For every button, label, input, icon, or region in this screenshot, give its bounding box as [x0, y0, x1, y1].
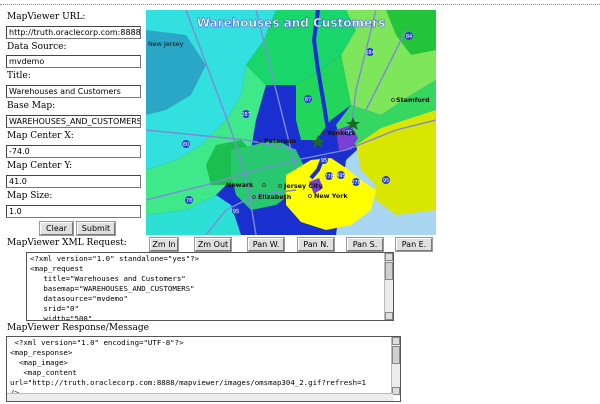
basemap-label: Base Map: — [7, 101, 56, 111]
url-input[interactable]: http://truth.oraclecorp.com:8888/mapv — [6, 26, 141, 39]
pan-east-button[interactable]: Pan E. — [396, 238, 432, 251]
label-jersey-city: Jersey City — [283, 182, 323, 190]
scroll-up-arrow-icon[interactable] — [385, 253, 393, 261]
response-label: MapViewer Response/Message — [7, 323, 149, 333]
label-elizabeth: Elizabeth — [258, 193, 292, 201]
scroll-thumb[interactable] — [385, 262, 393, 280]
label-yonkers: Yonkers — [326, 129, 356, 137]
center-x-input[interactable]: -74.0 — [6, 145, 141, 158]
datasource-input[interactable]: mvdemo — [6, 55, 141, 68]
svg-text:684: 684 — [365, 50, 375, 56]
request-label: MapViewer XML Request: — [7, 238, 127, 248]
center-y-label: Map Center Y: — [7, 161, 73, 171]
svg-text:495: 495 — [336, 173, 346, 179]
label-new-york: New York — [314, 192, 348, 200]
zoom-out-button[interactable]: Zm Out — [195, 238, 231, 251]
label-stamford: Stamford — [396, 96, 430, 104]
svg-text:95: 95 — [321, 158, 327, 164]
svg-text:278: 278 — [351, 180, 361, 186]
label-paterson: Paterson — [264, 137, 297, 145]
zoom-in-button[interactable]: Zm In — [150, 238, 178, 251]
svg-text:287: 287 — [241, 112, 251, 118]
scroll-down-arrow-icon[interactable] — [385, 312, 393, 320]
clear-button[interactable]: Clear — [40, 222, 73, 235]
title-label: Title: — [7, 71, 31, 81]
request-scrollbar[interactable] — [384, 253, 393, 320]
center-x-label: Map Center X: — [7, 131, 74, 141]
label-newark: Newark — [226, 181, 254, 189]
svg-text:278: 278 — [324, 174, 334, 180]
svg-text:84: 84 — [406, 34, 412, 40]
basemap-input[interactable]: WAREHOUSES_AND_CUSTOMERS — [6, 115, 141, 128]
map-image[interactable]: 84 684 87 287 80 95 278 495 278 78 95 95… — [146, 10, 436, 235]
submit-button[interactable]: Submit — [77, 222, 115, 235]
pan-north-button[interactable]: Pan N. — [298, 238, 334, 251]
title-input[interactable]: Warehouses and Customers — [6, 85, 141, 98]
datasource-label: Data Source: — [7, 42, 67, 52]
response-text: <?xml version="1.0" encoding="UTF-8"?> <… — [10, 338, 366, 397]
svg-text:78: 78 — [186, 198, 192, 204]
pan-south-button[interactable]: Pan S. — [347, 238, 383, 251]
top-divider — [0, 4, 600, 5]
scroll-up-arrow-icon[interactable] — [392, 337, 400, 345]
response-scrollbar[interactable] — [391, 337, 400, 395]
label-new-jersey: New Jersey — [148, 40, 184, 48]
map-size-label: Map Size: — [7, 191, 53, 201]
map-size-input[interactable]: 1.0 — [6, 205, 141, 218]
request-text: <?xml version="1.0" standalone="yes"?> <… — [30, 254, 200, 321]
response-textarea[interactable]: <?xml version="1.0" encoding="UTF-8"?> <… — [6, 336, 401, 402]
center-y-input[interactable]: 41.0 — [6, 175, 141, 188]
url-label: MapViewer URL: — [7, 12, 86, 22]
svg-text:95: 95 — [233, 209, 239, 215]
map-title: Warehouses and Customers — [197, 16, 385, 30]
svg-text:87: 87 — [305, 97, 311, 103]
scroll-thumb[interactable] — [392, 346, 400, 364]
response-horizontal-scrollbar[interactable] — [7, 393, 393, 401]
pan-west-button[interactable]: Pan W. — [248, 238, 284, 251]
request-textarea[interactable]: <?xml version="1.0" standalone="yes"?> <… — [26, 252, 394, 321]
svg-text:95: 95 — [383, 178, 389, 184]
svg-text:80: 80 — [183, 142, 189, 148]
scroll-down-arrow-icon[interactable] — [392, 387, 400, 395]
